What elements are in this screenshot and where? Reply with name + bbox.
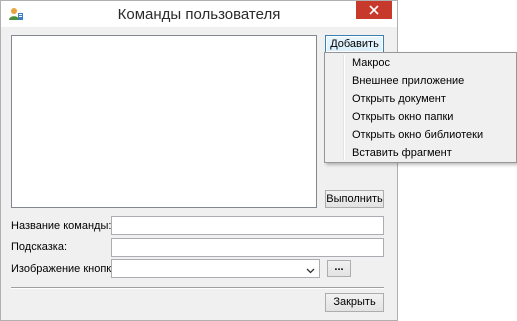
- footer-divider: [11, 287, 384, 289]
- hint-label: Подсказка:: [11, 241, 68, 253]
- command-name-label: Название команды:: [11, 220, 112, 232]
- title-bar: Команды пользователя: [1, 1, 397, 27]
- chevron-down-icon: [306, 265, 315, 277]
- menu-item-insert-fragment[interactable]: Вставить фрагмент: [327, 144, 514, 162]
- add-button[interactable]: Добавить: [325, 35, 384, 53]
- command-name-field[interactable]: [111, 216, 384, 235]
- menu-item-macro[interactable]: Макрос: [327, 54, 514, 72]
- hint-field[interactable]: [111, 238, 384, 257]
- browse-image-button[interactable]: ...: [327, 260, 351, 277]
- window-title: Команды пользователя: [117, 6, 281, 23]
- commands-list[interactable]: [11, 35, 317, 208]
- add-button-mnemonic: Д: [330, 38, 338, 50]
- add-button-label: обавить: [337, 38, 379, 50]
- menu-item-open-library[interactable]: Открыть окно библиотеки: [327, 126, 514, 144]
- menu-item-open-folder[interactable]: Открыть окно папки: [327, 108, 514, 126]
- close-icon: [369, 5, 379, 15]
- menu-item-external-app[interactable]: Внешнее приложение: [327, 72, 514, 90]
- window-close-button[interactable]: [356, 1, 392, 19]
- add-dropdown-menu: Макрос Внешнее приложение Открыть докуме…: [324, 52, 517, 163]
- menu-item-open-document[interactable]: Открыть документ: [327, 90, 514, 108]
- close-dialog-button[interactable]: Закрыть: [325, 293, 384, 312]
- run-button[interactable]: Выполнить: [325, 190, 384, 208]
- button-image-label: Изображение кнопки:: [11, 263, 121, 275]
- button-image-select[interactable]: [111, 259, 320, 278]
